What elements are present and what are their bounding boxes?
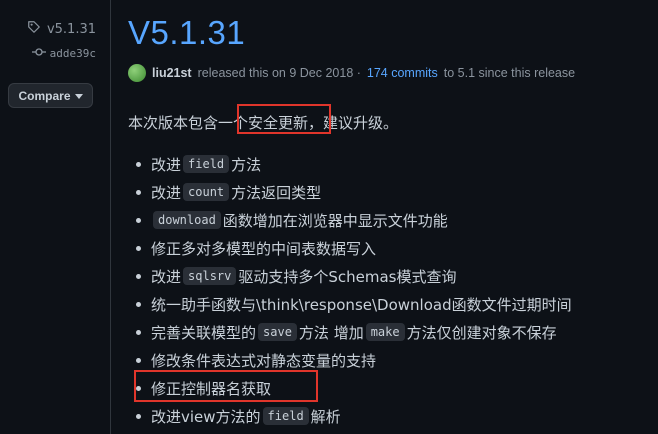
tag-icon xyxy=(27,20,41,38)
tag-link[interactable]: v5.1.31 xyxy=(27,20,96,38)
avatar[interactable] xyxy=(128,64,146,82)
inline-code: download xyxy=(153,211,221,229)
author-link[interactable]: liu21st xyxy=(152,66,192,80)
bullet-icon xyxy=(136,357,141,363)
tag-label: v5.1.31 xyxy=(46,21,96,37)
commit-link[interactable]: adde39c xyxy=(31,47,96,60)
bullet-icon xyxy=(136,245,141,251)
bullet-icon xyxy=(136,273,141,279)
commit-sha: adde39c xyxy=(49,47,96,60)
list-item: 改进view方法的 field 解析 xyxy=(130,402,572,430)
bullet-icon xyxy=(136,413,141,419)
inline-code: field xyxy=(183,155,230,173)
list-item: 改进 count 方法返回类型 xyxy=(130,178,572,206)
compare-button-label: Compare xyxy=(18,88,71,103)
inline-code: make xyxy=(365,323,405,341)
release-byline: liu21st released this on 9 Dec 2018 · 17… xyxy=(128,64,575,82)
inline-code: field xyxy=(262,407,309,425)
list-item: 修正多对多模型的中间表数据写入 xyxy=(130,234,572,262)
bullet-icon xyxy=(136,217,141,223)
bullet-icon xyxy=(136,189,141,195)
inline-code: sqlsrv xyxy=(183,267,237,285)
list-item: download 函数增加在浏览器中显示文件功能 xyxy=(130,206,572,234)
commits-link[interactable]: 174 commits xyxy=(367,66,438,80)
inline-code: save xyxy=(258,323,297,341)
bullet-icon xyxy=(136,161,141,167)
bullet-icon xyxy=(136,301,141,307)
highlight-box-security-update xyxy=(237,104,331,134)
since-text: to 5.1 since this release xyxy=(443,66,576,80)
release-meta-column: v5.1.31 adde39c Compare xyxy=(0,0,110,434)
highlight-box-controller-fix xyxy=(134,370,318,402)
inline-code: count xyxy=(183,183,230,201)
timeline-divider xyxy=(110,0,111,434)
list-item: 完善关联模型的 save 方法 增加 make 方法仅创建对象不保存 xyxy=(130,318,572,346)
compare-button[interactable]: Compare xyxy=(8,83,93,108)
bullet-icon xyxy=(136,329,141,335)
list-item: 改进 field 方法 xyxy=(130,150,572,178)
list-item: 改进 sqlsrv 驱动支持多个Schemas模式查询 xyxy=(130,262,572,290)
commit-icon xyxy=(31,47,46,60)
release-title[interactable]: V5.1.31 xyxy=(128,14,245,52)
released-text: released this on 9 Dec 2018 · xyxy=(197,66,361,80)
release-page: v5.1.31 adde39c Compare V5.1.31 liu21st … xyxy=(0,0,658,434)
list-item: 统一助手函数与\think\response\Download函数文件过期时间 xyxy=(130,290,572,318)
caret-down-icon xyxy=(74,89,83,103)
